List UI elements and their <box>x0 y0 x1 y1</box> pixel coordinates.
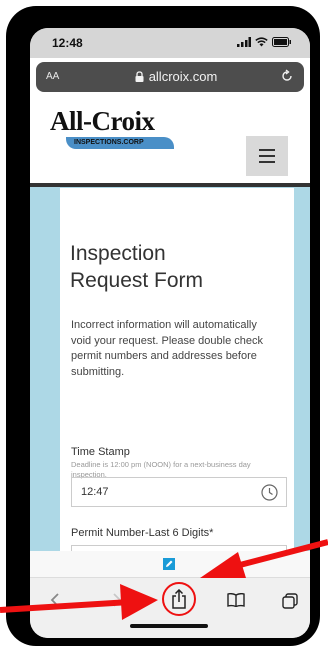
url-text: allcroix.com <box>148 69 218 84</box>
form-title-line2: Request Form <box>70 269 204 292</box>
battery-icon <box>272 37 291 47</box>
logo-subtitle: INSPECTIONS.CORP <box>74 139 144 146</box>
share-icon[interactable] <box>171 589 187 609</box>
site-logo[interactable]: All-Croix INSPECTIONS.CORP <box>50 106 174 154</box>
wifi-icon <box>255 37 268 47</box>
annotation-arrow-right <box>200 539 328 578</box>
status-bar: 12:48 <box>30 28 310 58</box>
edit-icon[interactable] <box>163 558 175 570</box>
time-stamp-value: 12:47 <box>81 486 109 498</box>
tabs-icon[interactable] <box>282 593 298 609</box>
text-size-button[interactable]: AA <box>46 71 59 82</box>
status-time: 12:48 <box>52 36 83 50</box>
form-title: Inspection Request Form <box>70 240 270 294</box>
signal-icon <box>237 37 251 47</box>
site-header: All-Croix INSPECTIONS.CORP <box>30 96 310 184</box>
permit-number-label: Permit Number-Last 6 Digits* <box>71 527 214 539</box>
lock-icon <box>135 71 144 82</box>
bookmarks-icon[interactable] <box>227 593 245 607</box>
address-bar[interactable]: AA allcroix.com <box>36 62 304 92</box>
time-stamp-label: Time Stamp <box>71 446 130 458</box>
reload-icon[interactable] <box>279 68 295 84</box>
form-title-line1: Inspection <box>70 242 166 265</box>
form-intro-text: Incorrect information will automatically… <box>71 319 264 378</box>
hamburger-icon[interactable] <box>246 136 288 176</box>
url-field[interactable]: allcroix.com <box>106 69 246 84</box>
time-stamp-input[interactable]: 12:47 <box>71 477 287 507</box>
clock-icon[interactable] <box>261 484 278 501</box>
system-icons <box>237 37 292 47</box>
logo-wordmark: All-Croix <box>50 106 155 136</box>
annotation-arrow-left <box>0 584 158 620</box>
